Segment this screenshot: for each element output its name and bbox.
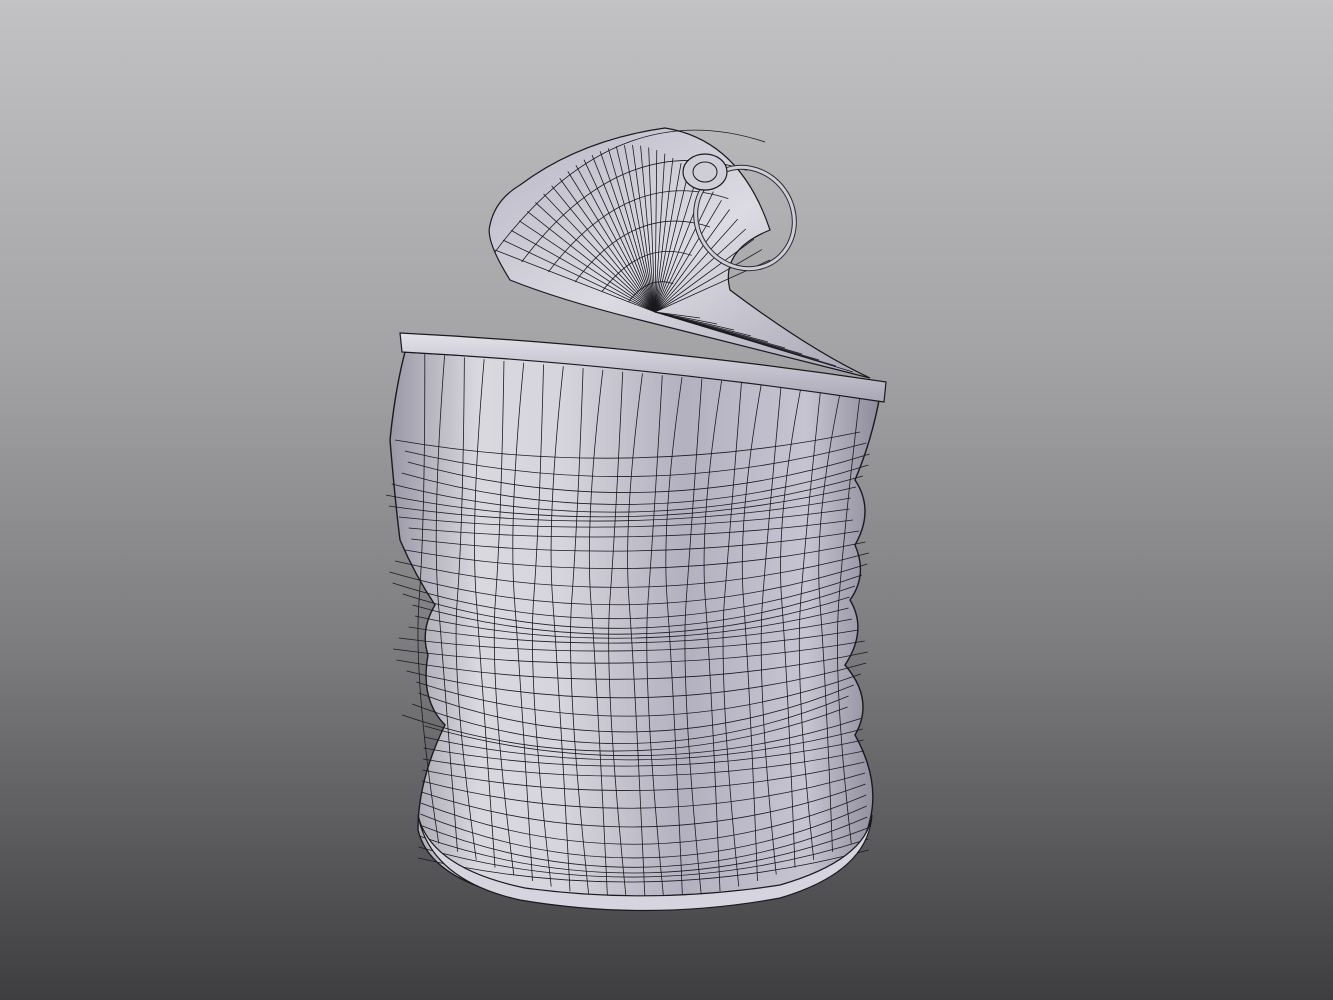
peeled-lid [488,127,871,379]
3d-viewport[interactable] [0,0,1333,1000]
can-body [385,351,881,909]
crushed-can-model [385,127,887,912]
